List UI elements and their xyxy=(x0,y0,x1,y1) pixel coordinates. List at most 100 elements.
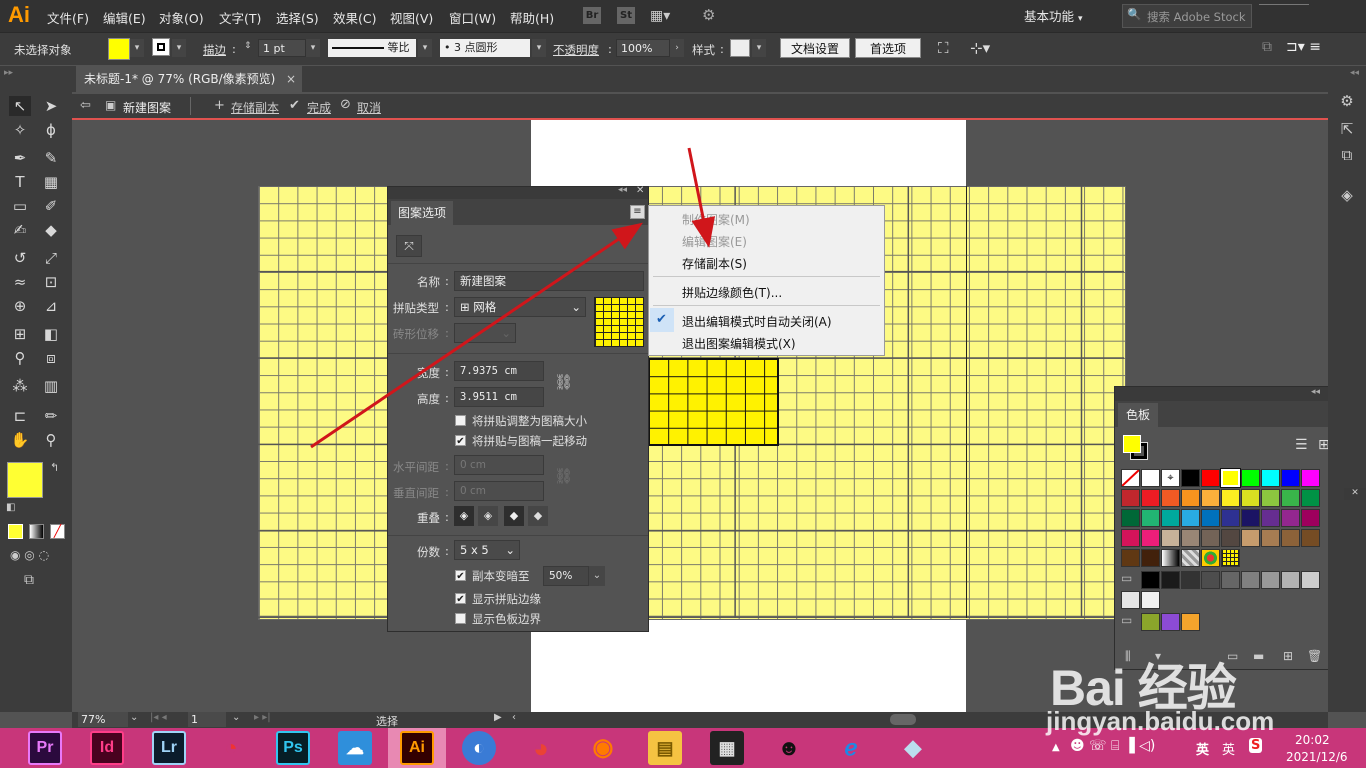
draw-normal-icon[interactable]: ◉ ◎ ◌ xyxy=(10,548,49,562)
h-spacing-field[interactable]: 0 cm xyxy=(454,455,544,475)
fill-dropdown[interactable]: ▾ xyxy=(130,39,144,57)
zoom-tool-icon[interactable]: ⚲ xyxy=(40,430,62,450)
free-transform-tool-icon[interactable]: ⊡ xyxy=(40,272,62,292)
pattern-swatch[interactable] xyxy=(1201,549,1220,567)
gradient-swatch[interactable] xyxy=(1161,549,1180,567)
artboards-icon[interactable]: ⧉ xyxy=(1337,146,1357,166)
none-swatch[interactable] xyxy=(1121,469,1140,487)
menu-file[interactable]: 文件(F) xyxy=(47,8,89,27)
selection-tool-icon[interactable]: ↖ xyxy=(9,96,31,116)
color-swatch[interactable] xyxy=(1201,509,1220,527)
horizontal-scrollbar-thumb[interactable] xyxy=(890,714,916,725)
color-swatch[interactable] xyxy=(1201,571,1220,589)
color-swatch[interactable] xyxy=(1201,489,1220,507)
color-swatch[interactable] xyxy=(1161,509,1180,527)
pattern-tile-tool-icon[interactable]: ⤧ xyxy=(396,235,422,257)
menu-edit[interactable]: 编辑(E) xyxy=(103,8,146,27)
artboard-number-field[interactable]: 1 xyxy=(188,712,226,727)
show-tile-edge-checkbox[interactable]: ✔ xyxy=(455,593,466,605)
browser-app-icon[interactable]: ◐ xyxy=(462,731,496,765)
swatches-tab[interactable]: 色板 xyxy=(1118,403,1158,427)
magic-wand-tool-icon[interactable]: ✧ xyxy=(9,120,31,140)
new-pattern-swatch[interactable] xyxy=(1221,549,1240,567)
color-swatch[interactable] xyxy=(1121,489,1140,507)
color-swatch[interactable] xyxy=(1181,529,1200,547)
color-swatch[interactable] xyxy=(1301,571,1320,589)
menu-item-save-copy[interactable]: 存储副本(S) xyxy=(682,255,747,272)
swap-colors-icon[interactable]: ↰ xyxy=(50,461,59,474)
bottom-in-front-icon[interactable]: ◆ xyxy=(528,506,548,526)
artboard-dropdown[interactable]: ⌄ xyxy=(232,712,240,723)
collapse-panel-icon[interactable]: ◂◂ xyxy=(1311,387,1320,397)
cancel-button[interactable]: 取消 xyxy=(357,99,381,116)
opacity-arrow[interactable]: › xyxy=(670,39,684,57)
color-swatch[interactable] xyxy=(1261,571,1280,589)
notes-app-icon[interactable]: ◆ xyxy=(896,731,930,765)
eyedropper-tool-icon[interactable]: ⚲ xyxy=(9,348,31,368)
tile-type-select[interactable]: ⊞ 网格 ⌄ xyxy=(454,297,586,317)
color-swatch[interactable] xyxy=(1281,489,1300,507)
color-swatch[interactable] xyxy=(1141,529,1160,547)
bridge-icon[interactable]: Br xyxy=(583,7,601,24)
color-swatch[interactable] xyxy=(1141,549,1160,567)
v-spacing-field[interactable]: 0 cm xyxy=(454,481,544,501)
video-editor-icon[interactable]: ▦ xyxy=(710,731,744,765)
direct-selection-tool-icon[interactable]: ➤ xyxy=(40,96,62,116)
top-in-front-icon[interactable]: ◆ xyxy=(504,506,524,526)
menu-object[interactable]: 对象(O) xyxy=(159,8,204,27)
opacity-label[interactable]: 不透明度 xyxy=(553,42,599,58)
scale-tool-icon[interactable]: ⤢ xyxy=(40,248,62,268)
rectangle-tool-icon[interactable]: ▭ xyxy=(9,196,31,216)
mesh-tool-icon[interactable]: ⊞ xyxy=(9,324,31,344)
color-swatch[interactable] xyxy=(1241,469,1260,487)
collapse-panel-icon[interactable]: ◂◂ xyxy=(618,185,627,195)
transform-icon[interactable]: ⊹▾ xyxy=(970,39,990,57)
panel-menu-icon[interactable]: ⊐▾ ≡ xyxy=(1286,39,1321,55)
panel-drag-bar[interactable]: ◂◂ ✕ xyxy=(1115,387,1342,401)
perspective-grid-tool-icon[interactable]: ⊿ xyxy=(40,296,62,316)
color-swatch[interactable] xyxy=(1241,489,1260,507)
collapse-dock-icon[interactable]: ◂◂ xyxy=(1350,68,1359,78)
wps-app-icon[interactable]: ◔ xyxy=(214,731,248,765)
curvature-tool-icon[interactable]: ✎ xyxy=(40,148,62,168)
menu-item-make-pattern[interactable]: 制作图案(M) xyxy=(682,211,750,228)
dim-dropdown[interactable]: ⌄ xyxy=(589,566,605,586)
color-swatch[interactable] xyxy=(1221,509,1240,527)
first-page-icon[interactable]: |◂ ◂ xyxy=(150,712,167,723)
stroke-stepper[interactable]: ⇕ xyxy=(244,41,252,51)
indesign-app-icon[interactable]: Id xyxy=(90,731,124,765)
paintbrush-tool-icon[interactable]: ✐ xyxy=(40,196,62,216)
stock-search-input[interactable]: 🔍 搜索 Adobe Stock xyxy=(1122,4,1252,28)
pattern-options-tab[interactable]: 图案选项 xyxy=(391,201,453,225)
color-swatch[interactable] xyxy=(1241,529,1260,547)
graphic-style-swatch[interactable] xyxy=(730,39,750,57)
color-group-folder-icon[interactable]: ▭ xyxy=(1121,571,1140,589)
color-swatch[interactable] xyxy=(1261,529,1280,547)
list-view-icon[interactable]: ☰ xyxy=(1295,437,1308,453)
left-in-front-icon[interactable]: ◈ xyxy=(454,506,474,526)
color-swatch[interactable] xyxy=(1141,489,1160,507)
stroke-profile-dropdown[interactable]: ▾ xyxy=(418,39,432,57)
color-swatch[interactable] xyxy=(1161,571,1180,589)
color-swatch[interactable] xyxy=(1141,591,1160,609)
menu-item-tile-edge-color[interactable]: 拼贴边缘颜色(T)... xyxy=(682,284,782,301)
color-swatch[interactable] xyxy=(1221,489,1240,507)
style-dropdown[interactable]: ▾ xyxy=(752,39,766,57)
lasso-tool-icon[interactable]: ϕ xyxy=(40,120,62,140)
color-swatch[interactable] xyxy=(1181,509,1200,527)
tile-width-field[interactable]: 7.9375 cm xyxy=(454,361,544,381)
symbol-sprayer-tool-icon[interactable]: ⁂ xyxy=(9,376,31,396)
menu-item-edit-pattern[interactable]: 编辑图案(E) xyxy=(682,233,747,250)
menu-item-auto-close[interactable]: 退出编辑模式时自动关闭(A) xyxy=(682,313,832,330)
stroke-label[interactable]: 描边 xyxy=(203,42,226,58)
size-tile-to-art-checkbox[interactable] xyxy=(455,415,466,426)
minimize-button[interactable] xyxy=(1259,0,1309,5)
spacing-link-icon[interactable]: ⛓ xyxy=(554,467,573,485)
brush-dropdown[interactable]: ▾ xyxy=(532,39,546,57)
none-mode-icon[interactable]: ╱ xyxy=(50,524,65,539)
dim-copies-field[interactable]: 50% xyxy=(543,566,589,586)
line-tool-icon[interactable]: ▦ xyxy=(40,172,62,192)
color-swatch[interactable] xyxy=(1261,489,1280,507)
hand-tool-icon[interactable]: ✋ xyxy=(9,430,31,450)
ime-indicator[interactable]: 英 xyxy=(1196,739,1209,758)
